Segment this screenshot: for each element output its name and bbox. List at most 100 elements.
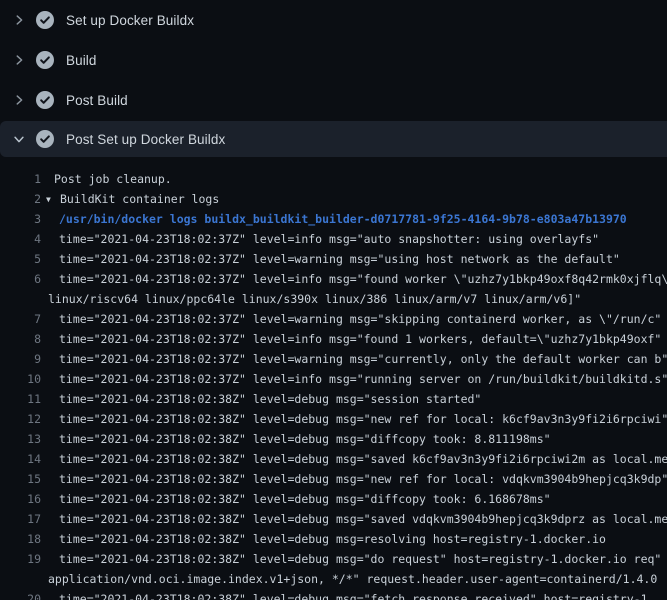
log-line-text: time="2021-04-23T18:02:37Z" level=warnin… <box>59 252 620 266</box>
log-group-toggle-icon[interactable]: ▼ <box>46 190 58 209</box>
log-line-text: /usr/bin/docker logs buildx_buildkit_bui… <box>59 212 627 226</box>
log-line: 18 time="2021-04-23T18:02:38Z" level=deb… <box>0 529 667 549</box>
log-line: 14 time="2021-04-23T18:02:38Z" level=deb… <box>0 449 667 469</box>
log-line-text: time="2021-04-23T18:02:38Z" level=debug … <box>59 392 481 406</box>
log-line-number[interactable]: 5 <box>0 249 42 269</box>
log-line-content: application/vnd.oci.image.index.v1+json,… <box>42 569 667 589</box>
step-label: Post Set up Docker Buildx <box>66 132 225 147</box>
log-line-content: time="2021-04-23T18:02:38Z" level=debug … <box>42 389 667 409</box>
log-line: 4 time="2021-04-23T18:02:37Z" level=info… <box>0 229 667 249</box>
log-line-content: time="2021-04-23T18:02:38Z" level=debug … <box>42 409 667 429</box>
log-line-text: time="2021-04-23T18:02:38Z" level=debug … <box>59 412 667 426</box>
log-line-content: time="2021-04-23T18:02:37Z" level=warnin… <box>42 349 667 369</box>
log-line-content: time="2021-04-23T18:02:38Z" level=debug … <box>42 589 667 600</box>
step-header-post-set-up-docker-buildx[interactable]: Post Set up Docker Buildx <box>0 121 667 157</box>
step-success-check-icon <box>36 91 54 109</box>
log-line-number[interactable]: 4 <box>0 229 42 249</box>
log-line-text: time="2021-04-23T18:02:38Z" level=debug … <box>59 492 551 506</box>
log-line: 13 time="2021-04-23T18:02:38Z" level=deb… <box>0 429 667 449</box>
log-line-text: linux/riscv64 linux/ppc64le linux/s390x … <box>48 292 581 306</box>
log-line-text: time="2021-04-23T18:02:38Z" level=debug … <box>59 532 606 546</box>
log-line-number[interactable]: 6 <box>0 269 42 289</box>
log-line-text: time="2021-04-23T18:02:38Z" level=debug … <box>59 472 667 486</box>
log-line: 20 time="2021-04-23T18:02:38Z" level=deb… <box>0 589 667 600</box>
log-line-text: BuildKit container logs <box>58 192 219 206</box>
log-line-number[interactable]: 17 <box>0 509 42 529</box>
log-line-text: time="2021-04-23T18:02:38Z" level=debug … <box>59 552 661 566</box>
log-line-content: time="2021-04-23T18:02:38Z" level=debug … <box>42 529 667 549</box>
step-label: Post Build <box>66 93 128 108</box>
log-line-content: /usr/bin/docker logs buildx_buildkit_bui… <box>42 209 667 229</box>
log-line-text: time="2021-04-23T18:02:37Z" level=info m… <box>59 332 661 346</box>
log-line: 5 time="2021-04-23T18:02:37Z" level=warn… <box>0 249 667 269</box>
log-line: 1 Post job cleanup. <box>0 169 667 189</box>
step-label: Build <box>66 53 97 68</box>
log-line-text: time="2021-04-23T18:02:37Z" level=info m… <box>59 232 599 246</box>
log-line: linux/riscv64 linux/ppc64le linux/s390x … <box>0 289 667 309</box>
log-line-content: time="2021-04-23T18:02:38Z" level=debug … <box>42 429 667 449</box>
log-line: 7 time="2021-04-23T18:02:37Z" level=warn… <box>0 309 667 329</box>
step-header-post-build[interactable]: Post Build <box>0 80 667 120</box>
step-success-check-icon <box>36 130 54 148</box>
log-line: 16 time="2021-04-23T18:02:38Z" level=deb… <box>0 489 667 509</box>
chevron-right-icon <box>12 13 26 27</box>
log-line-number[interactable]: 2 <box>0 189 42 209</box>
steps-list: Set up Docker Buildx Build Post Build <box>0 0 667 157</box>
log-line-number[interactable]: 12 <box>0 409 42 429</box>
log-line-text: time="2021-04-23T18:02:37Z" level=warnin… <box>59 352 667 366</box>
log-line: 12 time="2021-04-23T18:02:38Z" level=deb… <box>0 409 667 429</box>
log-line-number[interactable]: 3 <box>0 209 42 229</box>
log-line-content: linux/riscv64 linux/ppc64le linux/s390x … <box>42 289 667 309</box>
log-line: application/vnd.oci.image.index.v1+json,… <box>0 569 667 589</box>
step-header-build[interactable]: Build <box>0 40 667 80</box>
log-line-content: time="2021-04-23T18:02:37Z" level=warnin… <box>42 309 667 329</box>
log-line-number[interactable]: 20 <box>0 589 42 600</box>
chevron-right-icon <box>12 53 26 67</box>
log-line-number[interactable]: 7 <box>0 309 42 329</box>
log-line-number[interactable]: 15 <box>0 469 42 489</box>
log-line-number[interactable]: 9 <box>0 349 42 369</box>
log-line-number[interactable]: 1 <box>0 169 42 189</box>
log-line: 11 time="2021-04-23T18:02:38Z" level=deb… <box>0 389 667 409</box>
log-line-number[interactable]: 11 <box>0 389 42 409</box>
chevron-right-icon <box>12 93 26 107</box>
log-line-number[interactable]: 18 <box>0 529 42 549</box>
log-line-content: time="2021-04-23T18:02:37Z" level=info m… <box>42 229 667 249</box>
log-line-content: time="2021-04-23T18:02:38Z" level=debug … <box>42 549 667 569</box>
log-line: 19 time="2021-04-23T18:02:38Z" level=deb… <box>0 549 667 569</box>
log-line-content: time="2021-04-23T18:02:38Z" level=debug … <box>42 509 667 529</box>
log-view: 1 Post job cleanup. 2 ▼BuildKit containe… <box>0 157 667 600</box>
log-line-text: time="2021-04-23T18:02:37Z" level=info m… <box>59 272 667 286</box>
chevron-down-icon <box>12 132 26 146</box>
log-line-content: time="2021-04-23T18:02:38Z" level=debug … <box>42 469 667 489</box>
log-line-number[interactable]: 10 <box>0 369 42 389</box>
log-line: 17 time="2021-04-23T18:02:38Z" level=deb… <box>0 509 667 529</box>
log-line-text: time="2021-04-23T18:02:37Z" level=warnin… <box>59 312 661 326</box>
log-line-number[interactable] <box>0 569 42 589</box>
log-line-content: time="2021-04-23T18:02:38Z" level=debug … <box>42 449 667 469</box>
log-line-content: time="2021-04-23T18:02:37Z" level=info m… <box>42 269 667 289</box>
log-line-content: ▼BuildKit container logs <box>42 189 667 209</box>
log-line-content: time="2021-04-23T18:02:38Z" level=debug … <box>42 489 667 509</box>
step-label: Set up Docker Buildx <box>66 13 194 28</box>
log-line-text: time="2021-04-23T18:02:38Z" level=debug … <box>59 432 551 446</box>
log-line-number[interactable] <box>0 289 42 309</box>
log-line: 6 time="2021-04-23T18:02:37Z" level=info… <box>0 269 667 289</box>
log-line: 2 ▼BuildKit container logs <box>0 189 667 209</box>
log-line-number[interactable]: 16 <box>0 489 42 509</box>
log-line-number[interactable]: 8 <box>0 329 42 349</box>
step-header-set-up-docker-buildx[interactable]: Set up Docker Buildx <box>0 0 667 40</box>
log-line-text: time="2021-04-23T18:02:38Z" level=debug … <box>59 592 654 600</box>
log-line-number[interactable]: 19 <box>0 549 42 569</box>
log-line-content: time="2021-04-23T18:02:37Z" level=info m… <box>42 369 667 389</box>
log-line-content: time="2021-04-23T18:02:37Z" level=warnin… <box>42 249 667 269</box>
log-line-text: time="2021-04-23T18:02:37Z" level=info m… <box>59 372 667 386</box>
log-line: 15 time="2021-04-23T18:02:38Z" level=deb… <box>0 469 667 489</box>
log-line: 3 /usr/bin/docker logs buildx_buildkit_b… <box>0 209 667 229</box>
step-success-check-icon <box>36 11 54 29</box>
log-line: 9 time="2021-04-23T18:02:37Z" level=warn… <box>0 349 667 369</box>
log-line-number[interactable]: 13 <box>0 429 42 449</box>
step-success-check-icon <box>36 51 54 69</box>
log-line-number[interactable]: 14 <box>0 449 42 469</box>
log-line-content: time="2021-04-23T18:02:37Z" level=info m… <box>42 329 667 349</box>
